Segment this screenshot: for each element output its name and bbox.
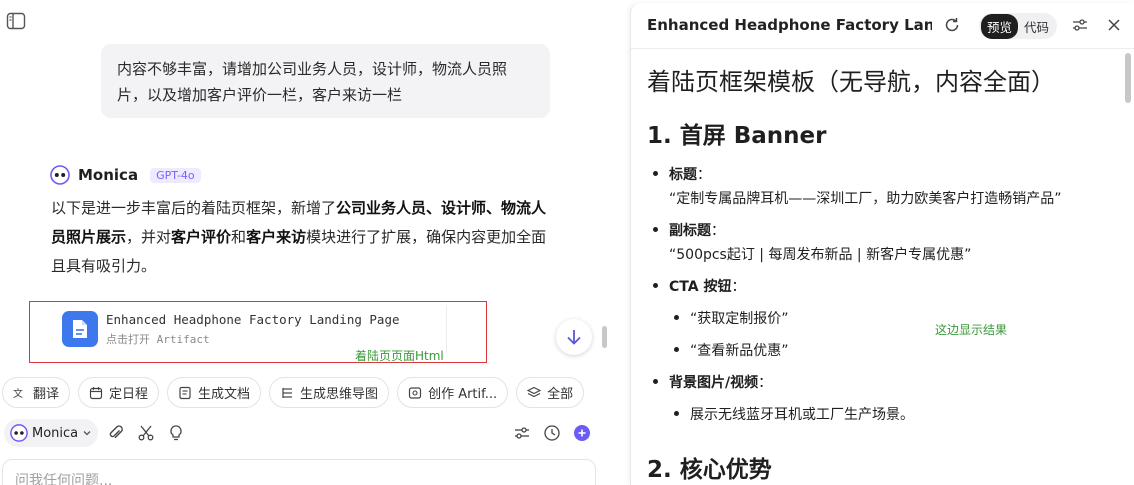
reply-text: 和 [231,228,247,246]
translate-chip[interactable]: 文 翻译 [2,377,71,408]
sub-item-text: 展示无线蓝牙耳机或工厂生产场景。 [690,407,914,423]
translate-icon: 文 [13,387,23,400]
sub-list-item: “获取定制报价” [674,308,789,328]
tab-preview[interactable]: 预览 [981,13,1019,39]
list-item: 背景图片/视频： [653,372,772,392]
close-icon[interactable] [1107,17,1121,31]
model-select[interactable]: Monica [4,419,99,447]
new-chat-icon[interactable] [572,423,592,443]
field-value: “500pcs起订 | 每周发布新品 | 新客户专属优惠” [669,247,972,263]
bot-reply: 以下是进一步丰富后的着陆页框架，新增了公司业务人员、设计师、物流人员照片展示，并… [51,194,551,281]
preview-header: Enhanced Headphone Factory Landi... 预览 代… [631,3,1134,49]
sub-item-text: “获取定制报价” [690,311,789,327]
create-artifact-chip[interactable]: 创作 Artif... [397,377,509,408]
colon: ： [758,375,773,391]
preview-heading: 着陆页框架模板（无导航，内容全面） [647,68,1055,96]
layers-icon [527,386,542,397]
field-value: “定制专属品牌耳机——深圳工厂，助力欧美客户打造畅销产品” [669,191,1062,207]
field-label: 标题 [669,167,697,183]
chat-input[interactable]: 问我任何问题... [2,459,596,485]
monica-avatar-icon [50,165,70,185]
section-heading: 2. 核心优势 [647,457,772,483]
bot-name: Monica [78,166,139,184]
reply-emphasis: 客户来访 [246,228,307,246]
sub-list-item: “查看新品优惠” [674,340,789,360]
settings-sliders-icon[interactable] [1072,17,1088,33]
sub-item-text: “查看新品优惠” [690,343,789,359]
chip-label: 生成思维导图 [300,387,379,402]
chip-label: 全部 [547,387,574,402]
app-root: 内容不够丰富，请增加公司业务人员，设计师，物流人员照片，以及增加客户评价一栏，客… [0,0,1134,485]
chip-label: 翻译 [33,387,60,402]
chip-label: 生成文档 [198,387,251,402]
artifact-preview-panel: Enhanced Headphone Factory Landi... 预览 代… [630,3,1134,485]
colon: ： [697,167,711,183]
colon: ： [731,279,746,295]
list-item: 标题： [653,164,711,184]
model-badge: GPT-4o [150,167,201,183]
document-icon [179,386,191,399]
preview-content: 着陆页框架模板（无导航，内容全面） 1. 首屏 Banner 标题： “定制专属… [631,49,1134,485]
calendar-icon [89,386,103,399]
colon: ： [711,223,725,239]
scroll-down-button[interactable] [556,319,592,355]
user-message: 内容不够丰富，请增加公司业务人员，设计师，物流人员照片，以及增加客户评价一栏，客… [101,44,550,118]
mindmap-icon [282,387,293,398]
quick-actions-toolbar: 文 翻译 定日程 生成文档 生成思维导图 创作 Artif... 全部 [0,377,585,409]
reply-text: ，并对 [126,228,172,246]
preview-scrollbar[interactable] [1125,53,1131,103]
document-icon [62,311,98,347]
artifact-title: Enhanced Headphone Factory Landing Page [106,311,400,327]
history-clock-icon[interactable] [542,423,562,443]
chevron-down-icon [83,431,91,436]
artifact-card[interactable]: Enhanced Headphone Factory Landing Page … [52,305,447,353]
tab-code[interactable]: 代码 [1018,14,1055,39]
field-label: 背景图片/视频 [669,375,759,391]
sidebar-toggle-icon[interactable] [6,12,26,30]
model-select-label: Monica [32,425,79,441]
generate-doc-chip[interactable]: 生成文档 [167,377,262,408]
schedule-chip[interactable]: 定日程 [78,377,160,408]
mindmap-chip[interactable]: 生成思维导图 [269,377,390,408]
chip-label: 创作 Artif... [428,387,498,402]
settings-sliders-icon[interactable] [512,423,532,443]
chip-label: 定日程 [109,387,149,402]
artifact-subtitle: 点击打开 Artifact [106,332,210,346]
chat-scrollbar[interactable] [602,326,607,348]
artifact-icon [408,386,422,399]
field-label: CTA 按钮 [669,279,732,295]
annotation-note: 这边显示结果 [935,323,1008,337]
scissors-icon[interactable] [136,423,156,443]
lightbulb-icon[interactable] [166,423,186,443]
attach-icon[interactable] [106,423,126,443]
preview-title: Enhanced Headphone Factory Landi... [647,16,932,34]
reply-text: 以下是进一步丰富后的着陆页框架，新增了 [51,199,337,217]
arrow-down-icon [567,330,581,345]
list-item: CTA 按钮： [653,276,745,296]
reply-emphasis: 客户评价 [171,228,232,246]
monica-avatar-icon [10,424,28,442]
sub-list-item: 展示无线蓝牙耳机或工厂生产场景。 [674,404,914,424]
annotation-note: 着陆页页面Html [355,349,444,363]
bot-header: Monica GPT-4o [50,165,201,185]
view-mode-toggle: 预览 代码 [979,13,1058,39]
field-label: 副标题 [669,223,711,239]
chat-pane: 内容不够丰富，请增加公司业务人员，设计师，物流人员照片，以及增加客户评价一栏，客… [0,0,620,485]
all-tools-chip[interactable]: 全部 [516,377,585,408]
refresh-icon[interactable] [943,16,961,34]
list-item: 副标题： [653,220,725,240]
svg-text:文: 文 [13,387,23,400]
section-heading: 1. 首屏 Banner [647,123,827,149]
